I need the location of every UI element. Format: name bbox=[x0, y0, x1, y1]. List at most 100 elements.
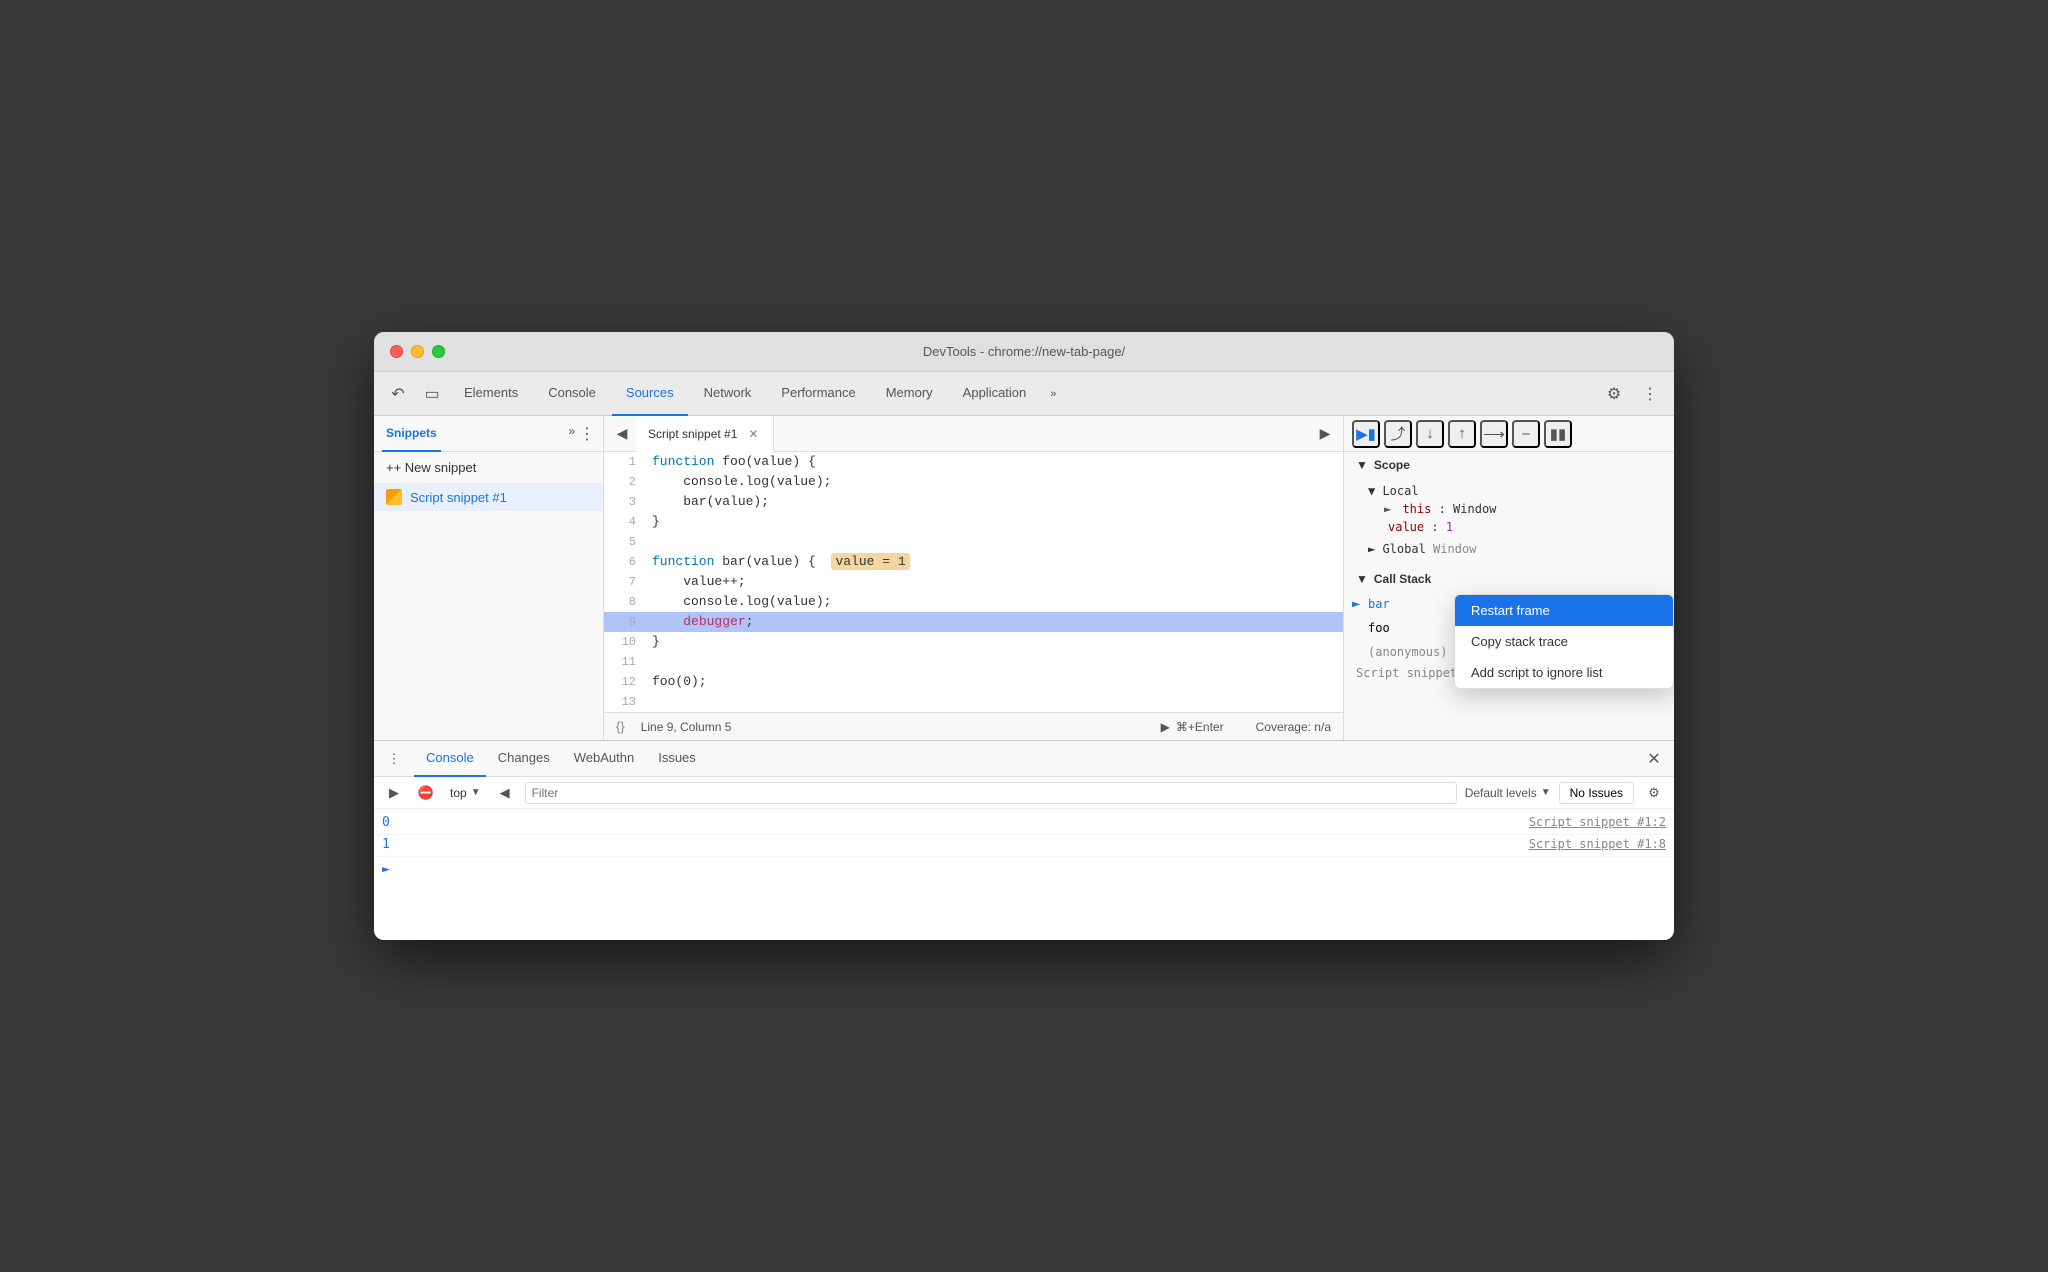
format-icon[interactable]: {} bbox=[616, 719, 625, 734]
editor-area: ◀ Script snippet #1 ✕ ▶ 1 function foo(v… bbox=[604, 416, 1344, 740]
bottom-tab-bar: ⋮ Console Changes WebAuthn Issues ✕ bbox=[374, 741, 1674, 777]
context-menu-restart-frame[interactable]: Restart frame bbox=[1455, 595, 1673, 626]
block-icon[interactable]: ⛔ bbox=[414, 781, 438, 805]
local-section-header[interactable]: ▼ Local bbox=[1368, 482, 1662, 500]
code-line-10: 10 } bbox=[604, 632, 1343, 652]
tab-console[interactable]: Console bbox=[534, 372, 610, 416]
tab-memory[interactable]: Memory bbox=[872, 372, 947, 416]
plus-icon: + bbox=[386, 460, 394, 475]
line-content-5 bbox=[644, 532, 668, 552]
default-levels-selector[interactable]: Default levels ▼ bbox=[1465, 786, 1551, 800]
devtools-right-icons: ⚙ ⋮ bbox=[1598, 378, 1666, 410]
step-out-button[interactable]: ↑ bbox=[1448, 420, 1476, 448]
console-input-area[interactable] bbox=[398, 861, 1666, 877]
global-expand-icon: ► bbox=[1368, 542, 1382, 556]
more-options-icon[interactable]: ⋮ bbox=[1634, 378, 1666, 410]
code-area[interactable]: 1 function foo(value) { 2 console.log(va… bbox=[604, 452, 1343, 712]
call-stack-header[interactable]: ▼ Call Stack bbox=[1344, 566, 1674, 592]
tab-elements[interactable]: Elements bbox=[450, 372, 532, 416]
sidebar: Snippets » ⋮ + + New snippet Script snip… bbox=[374, 416, 604, 740]
editor-status-bar: {} Line 9, Column 5 ▶ ⌘+Enter Coverage: … bbox=[604, 712, 1343, 740]
console-prompt[interactable]: ► bbox=[374, 857, 1674, 881]
editor-tab-snippet1[interactable]: Script snippet #1 ✕ bbox=[636, 416, 774, 452]
editor-tab-label: Script snippet #1 bbox=[648, 427, 737, 441]
code-line-12: 12 foo(0); bbox=[604, 672, 1343, 692]
tab-network[interactable]: Network bbox=[690, 372, 766, 416]
line-content-10: } bbox=[644, 632, 668, 652]
sidebar-header: Snippets » ⋮ bbox=[374, 416, 603, 452]
bottom-close-icon[interactable]: ✕ bbox=[1642, 747, 1666, 771]
new-snippet-button[interactable]: + + New snippet bbox=[374, 452, 603, 483]
bottom-tab-webauthn[interactable]: WebAuthn bbox=[562, 741, 646, 777]
bottom-tab-changes[interactable]: Changes bbox=[486, 741, 562, 777]
titlebar: DevTools - chrome://new-tab-page/ bbox=[374, 332, 1674, 372]
scope-section-header[interactable]: ▼ Scope bbox=[1344, 452, 1674, 478]
close-button[interactable] bbox=[390, 345, 403, 358]
deactivate-button[interactable]: ⎯ bbox=[1512, 420, 1540, 448]
sidebar-item-snippet1[interactable]: Script snippet #1 bbox=[374, 483, 603, 511]
tab-sources[interactable]: Sources bbox=[612, 372, 688, 416]
line-content-2: console.log(value); bbox=[644, 472, 839, 492]
settings-icon[interactable]: ⚙ bbox=[1598, 378, 1630, 410]
eye-icon[interactable]: ◀ bbox=[493, 781, 517, 805]
bottom-options-icon[interactable]: ⋮ bbox=[382, 747, 406, 771]
sidebar-options-icon[interactable]: ⋮ bbox=[579, 424, 595, 444]
filter-input[interactable] bbox=[525, 782, 1457, 804]
snippet-icon bbox=[386, 489, 402, 505]
console-settings-icon[interactable]: ⚙ bbox=[1642, 781, 1666, 805]
devtools-window: DevTools - chrome://new-tab-page/ ↶ ▭ El… bbox=[374, 332, 1674, 940]
console-line-0: 0 Script snippet #1:2 bbox=[374, 813, 1674, 835]
scope-label: Scope bbox=[1374, 458, 1410, 472]
sidebar-content: + + New snippet Script snippet #1 bbox=[374, 452, 603, 740]
global-section-header[interactable]: ► Global Window bbox=[1368, 540, 1662, 558]
main-area: Snippets » ⋮ + + New snippet Script snip… bbox=[374, 416, 1674, 740]
clear-console-icon[interactable]: ▶ bbox=[382, 781, 406, 805]
step-button[interactable]: ⟶ bbox=[1480, 420, 1508, 448]
pause-exceptions-button[interactable]: ▮▮ bbox=[1544, 420, 1572, 448]
line-num-5: 5 bbox=[604, 532, 644, 552]
this-expand-icon[interactable]: ► bbox=[1384, 502, 1398, 516]
line-content-4: } bbox=[644, 512, 668, 532]
prompt-arrow-icon: ► bbox=[382, 862, 390, 877]
cursor-icon[interactable]: ↶ bbox=[382, 378, 414, 410]
devtools-tab-bar: ↶ ▭ Elements Console Sources Network Per… bbox=[374, 372, 1674, 416]
more-snippets-icon[interactable]: » bbox=[568, 424, 575, 444]
no-issues-button[interactable]: No Issues bbox=[1559, 782, 1634, 804]
sidebar-tab-snippets[interactable]: Snippets bbox=[382, 416, 441, 452]
console-line-1: 1 Script snippet #1:8 bbox=[374, 835, 1674, 857]
editor-nav-back-icon[interactable]: ◀ bbox=[608, 420, 636, 448]
tab-performance[interactable]: Performance bbox=[767, 372, 869, 416]
chevron-down-icon: ▼ bbox=[471, 787, 481, 798]
editor-tab-close-icon[interactable]: ✕ bbox=[745, 426, 761, 442]
minimize-button[interactable] bbox=[411, 345, 424, 358]
line-content-13 bbox=[644, 692, 668, 712]
code-line-11: 11 bbox=[604, 652, 1343, 672]
step-over-button[interactable]: ⤴ bbox=[1384, 420, 1412, 448]
maximize-button[interactable] bbox=[432, 345, 445, 358]
resume-button[interactable]: ▶▮ bbox=[1352, 420, 1380, 448]
top-label: top bbox=[450, 786, 467, 800]
top-context-selector[interactable]: top ▼ bbox=[446, 784, 485, 802]
line-content-12: foo(0); bbox=[644, 672, 715, 692]
bottom-tab-issues[interactable]: Issues bbox=[646, 741, 708, 777]
right-panel-content: ▼ Scope ▼ Local ► this : Window bbox=[1344, 452, 1674, 740]
run-snippet[interactable]: ▶ ⌘+Enter bbox=[1161, 720, 1224, 734]
sidebar-header-icons: » ⋮ bbox=[568, 424, 595, 444]
console-source-0[interactable]: Script snippet #1:2 bbox=[1529, 815, 1666, 829]
bottom-tab-console[interactable]: Console bbox=[414, 741, 486, 777]
line-num-9: 9 bbox=[604, 612, 644, 632]
console-source-1[interactable]: Script snippet #1:8 bbox=[1529, 837, 1666, 851]
context-menu-add-to-ignore[interactable]: Add script to ignore list bbox=[1455, 657, 1673, 688]
line-num-2: 2 bbox=[604, 472, 644, 492]
tab-application[interactable]: Application bbox=[949, 372, 1041, 416]
snippet-label: Script snippet #1 bbox=[410, 490, 507, 505]
inspect-icon[interactable]: ▭ bbox=[416, 378, 448, 410]
step-into-button[interactable]: ↓ bbox=[1416, 420, 1444, 448]
cursor-position: Line 9, Column 5 bbox=[641, 720, 732, 734]
more-tabs-icon[interactable]: » bbox=[1042, 388, 1064, 400]
line-num-10: 10 bbox=[604, 632, 644, 652]
line-num-7: 7 bbox=[604, 572, 644, 592]
code-line-6: 6 function bar(value) { value = 1 bbox=[604, 552, 1343, 572]
editor-run-icon[interactable]: ▶ bbox=[1311, 420, 1339, 448]
context-menu-copy-stack-trace[interactable]: Copy stack trace bbox=[1455, 626, 1673, 657]
